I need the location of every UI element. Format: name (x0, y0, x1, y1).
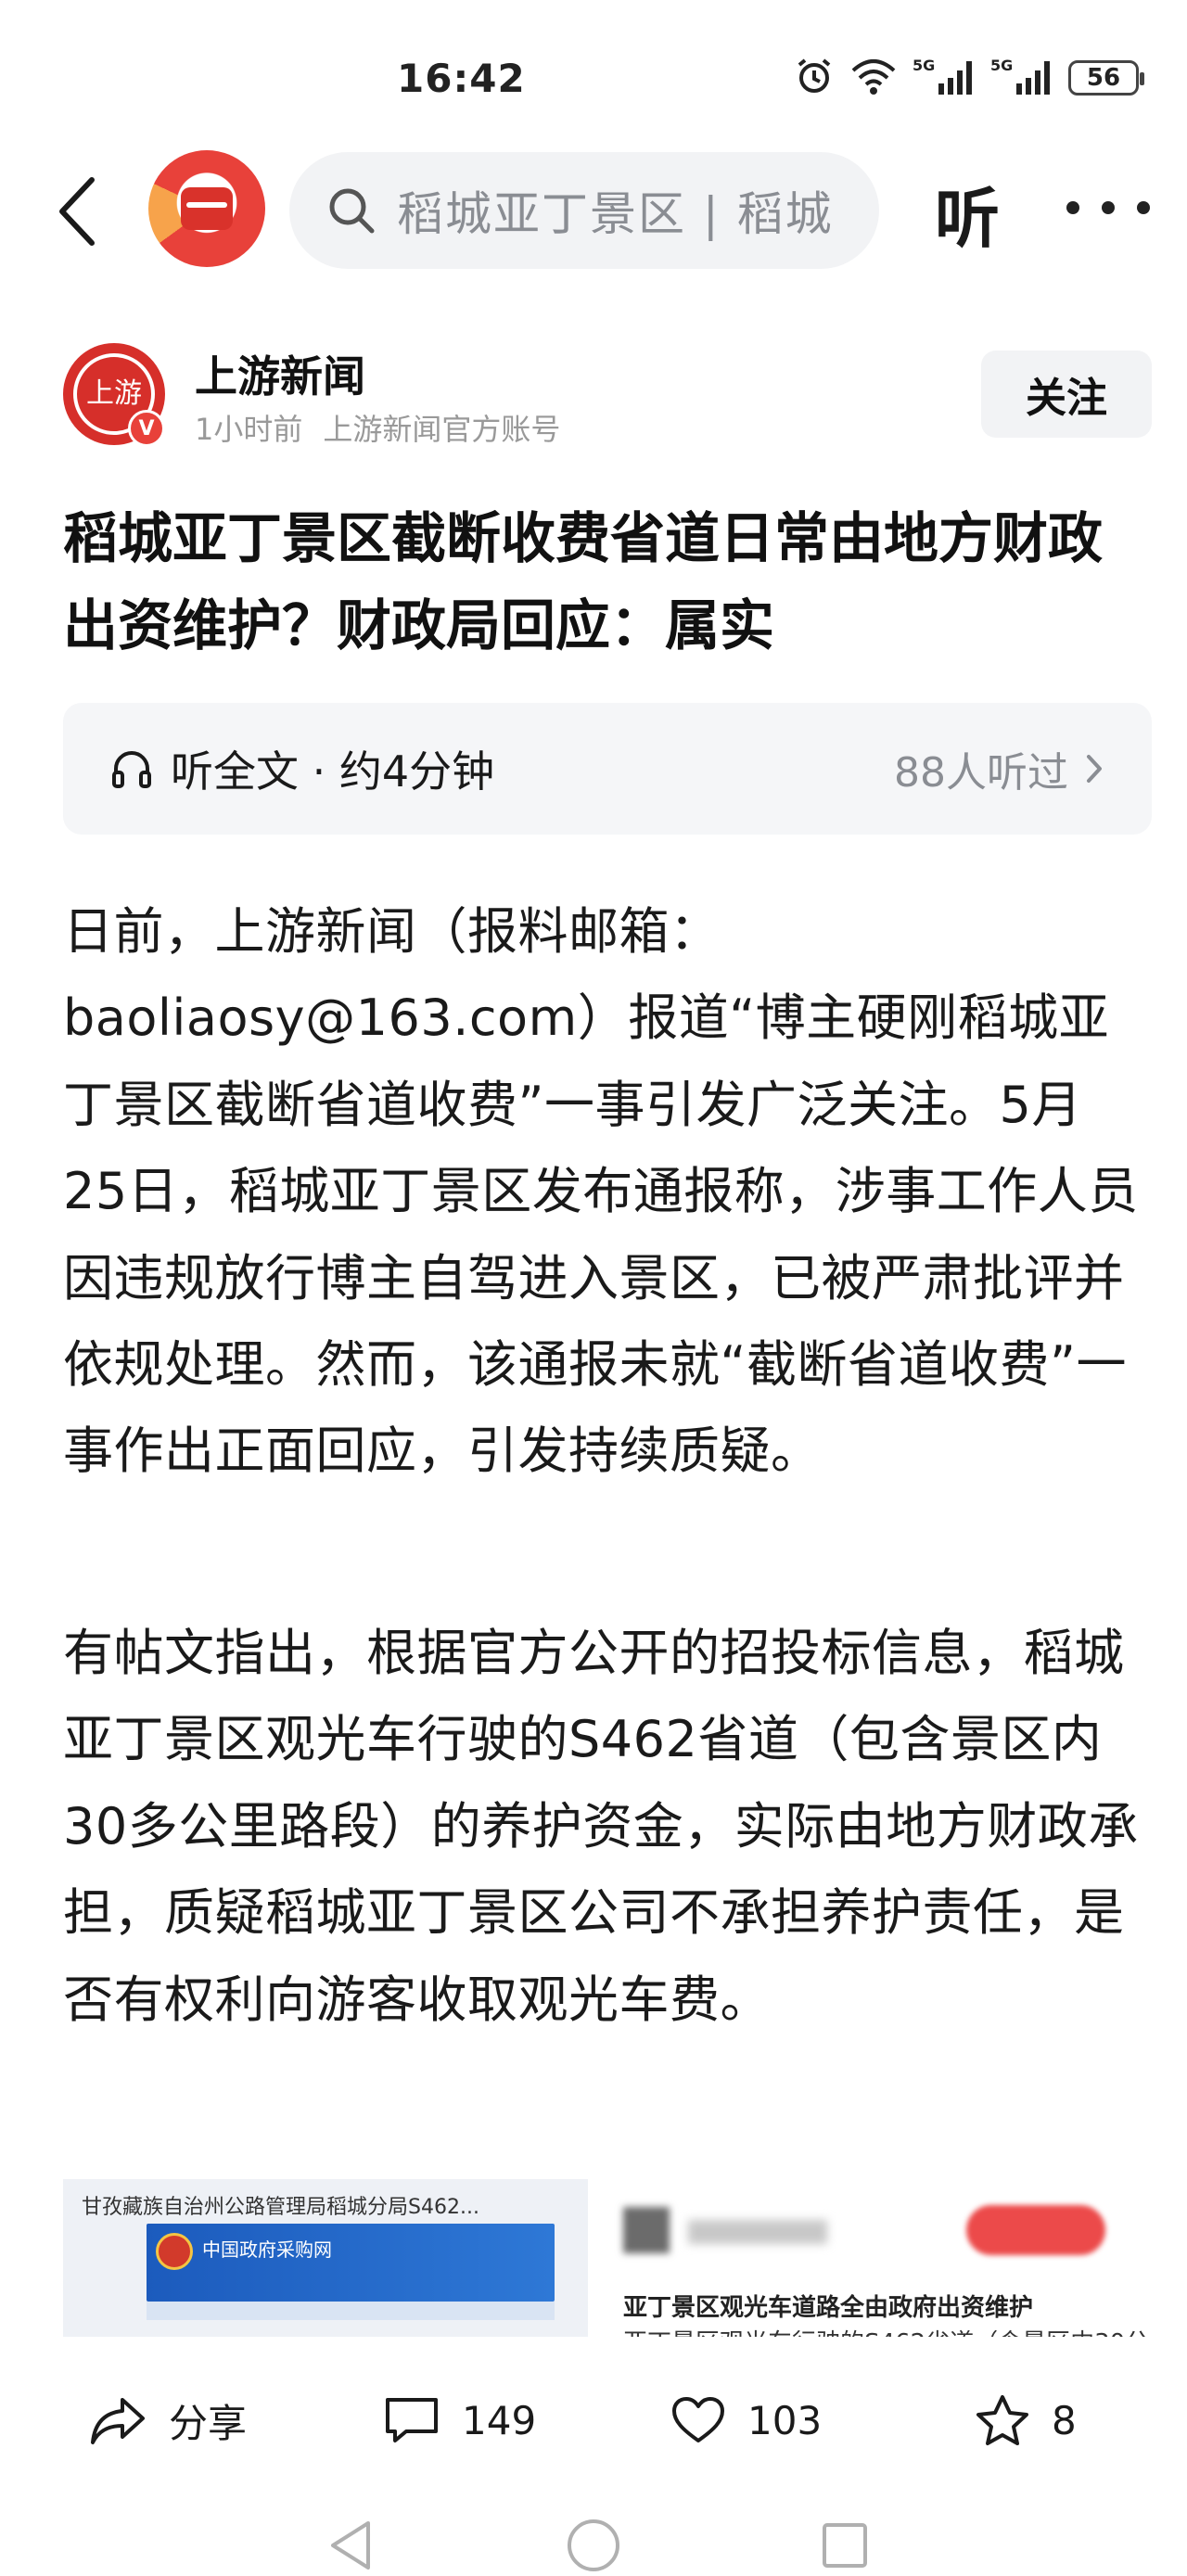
image-post-text: 亚丁景区观光车行驶的S462省道（含景区内30公 (623, 2324, 1149, 2337)
article-paragraph: 日前，上游新闻（报料邮箱：baoliaosy@163.com）报道“博主硬刚稻城… (63, 902, 1139, 1481)
banner-text: 中国政府采购网 (202, 2238, 332, 2261)
headphones-icon (112, 751, 151, 788)
chevron-left-icon (59, 177, 95, 246)
status-icons: 5G 5G 56 (794, 56, 1144, 100)
author-row: 上游 V 上游新闻 1小时前 上游新闻官方账号 关注 (0, 334, 1187, 454)
article-headline: 稻城亚丁景区截断收费省道日常由地方财政出资维护？财政局回应：属实 (63, 506, 1104, 657)
more-options-button[interactable] (1066, 180, 1150, 236)
share-label: 分享 (169, 2400, 248, 2446)
signal-5g-icon: 5G (913, 56, 976, 100)
image-caption-title: 甘孜藏族自治州公路管理局稻城分局S462... (82, 2196, 479, 2219)
red-envelope-icon (181, 187, 233, 230)
star-icon (976, 2395, 1028, 2445)
top-nav: 稻城亚丁景区 | 稻城 听 (0, 139, 1187, 287)
dot-icon (1066, 201, 1079, 214)
verified-badge: V (128, 410, 165, 447)
comment-button[interactable]: 149 (382, 2365, 536, 2476)
alarm-icon (794, 56, 835, 100)
triangle-back-icon (331, 2521, 370, 2570)
comment-icon (386, 2398, 438, 2442)
account-description: 上游新闻官方账号 (323, 412, 561, 447)
listen-count: 88人听过 (894, 749, 1068, 797)
emblem-icon (156, 2233, 193, 2270)
share-button[interactable]: 分享 (89, 2365, 247, 2476)
article-paragraph: 有帖文指出，根据官方公开的招投标信息，稻城亚丁景区观光车行驶的S462省道（包含… (63, 1624, 1139, 2029)
article-page: 16:42 5G 5G 56 稻城亚丁景区 | 稻城 听 上游 V 上游新闻 1… (0, 0, 1187, 2576)
nav-back-button[interactable] (319, 2513, 384, 2576)
system-nav-bar (0, 2504, 1187, 2576)
chevron-right-icon (1087, 755, 1102, 783)
article-image-right[interactable]: 亚丁景区观光车道路全由政府出资维护 亚丁景区观光车行驶的S462省道（含景区内3… (595, 2179, 1152, 2337)
circle-home-icon (568, 2519, 619, 2571)
nav-recents-button[interactable] (812, 2513, 877, 2576)
favorite-button[interactable]: 8 (974, 2365, 1077, 2476)
post-time: 1小时前 (195, 412, 303, 447)
signal-5g-icon: 5G (990, 56, 1053, 100)
back-button[interactable] (41, 174, 115, 249)
app-logo[interactable] (148, 150, 265, 267)
wifi-icon (849, 56, 898, 100)
follow-button[interactable]: 关注 (981, 351, 1152, 438)
search-input[interactable]: 稻城亚丁景区 | 稻城 (289, 152, 879, 269)
search-icon (329, 188, 375, 234)
article-image-left[interactable]: 甘孜藏族自治州公路管理局稻城分局S462... 中国政府采购网 (63, 2179, 588, 2337)
blurred-avatar (623, 2207, 670, 2253)
nav-home-button[interactable] (561, 2513, 626, 2576)
article-image-strip: 甘孜藏族自治州公路管理局稻城分局S462... 中国政府采购网 亚丁景区观光车道… (63, 2179, 1152, 2337)
listen-bar-right: 88人听过 (894, 703, 1104, 835)
dot-icon (1102, 201, 1115, 214)
status-time: 16:42 (397, 56, 526, 101)
favorite-count: 8 (1052, 2397, 1077, 2443)
website-menu-bar (147, 2302, 555, 2320)
comment-count: 149 (462, 2397, 537, 2443)
listen-bar-left: 听全文 · 约4分钟 (109, 703, 494, 835)
image-post-title: 亚丁景区观光车道路全由政府出资维护 (623, 2294, 1034, 2322)
status-bar: 16:42 5G 5G 56 (0, 0, 1187, 139)
author-name[interactable]: 上游新闻 (195, 343, 365, 404)
search-query-text: 稻城亚丁景区 | 稻城 (397, 187, 834, 241)
author-meta: 1小时前 上游新闻官方账号 (195, 406, 560, 449)
square-recents-icon (823, 2523, 867, 2568)
svg-text:5G: 5G (990, 57, 1013, 74)
listen-label: 听全文 · 约4分钟 (171, 746, 495, 797)
blurred-username (688, 2220, 827, 2244)
blurred-badge (966, 2205, 1105, 2255)
action-bar: 分享 149 103 8 (0, 2365, 1187, 2476)
dot-icon (1137, 201, 1150, 214)
like-count: 103 (747, 2397, 823, 2443)
share-icon (91, 2398, 145, 2444)
svg-text:5G: 5G (913, 57, 935, 74)
like-button[interactable]: 103 (670, 2365, 822, 2476)
listen-button[interactable]: 听 (935, 167, 1000, 261)
heart-icon (672, 2397, 724, 2442)
listen-full-text-bar[interactable]: 听全文 · 约4分钟 88人听过 (63, 703, 1152, 835)
battery-icon: 56 (1068, 60, 1144, 96)
